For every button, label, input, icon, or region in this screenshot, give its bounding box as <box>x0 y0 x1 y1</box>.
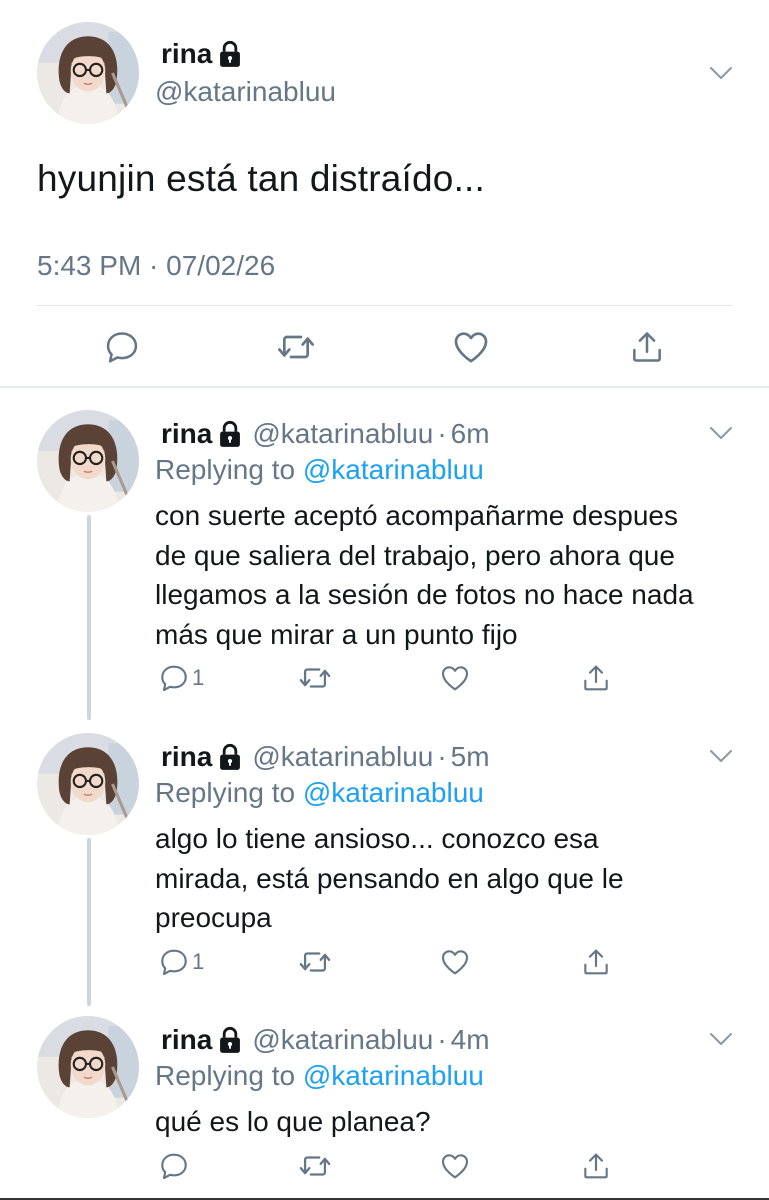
handle[interactable]: @katarinabluu <box>252 418 433 450</box>
reply-actions: 1 <box>0 658 769 698</box>
avatar[interactable] <box>37 1016 139 1118</box>
avatar[interactable] <box>37 733 139 835</box>
like-button[interactable] <box>451 322 491 372</box>
retweet-button[interactable] <box>298 658 332 698</box>
tweet-timestamp[interactable]: 5:43 PM · 07/02/26 <box>37 250 275 282</box>
chevron-down-icon[interactable] <box>709 1032 733 1046</box>
heart-icon <box>439 1150 471 1182</box>
avatar[interactable] <box>37 22 139 124</box>
handle[interactable]: @katarinabluu <box>252 741 433 773</box>
replying-to-link[interactable]: @katarinabluu <box>303 777 484 808</box>
display-name[interactable]: rina <box>161 1024 212 1056</box>
reply-actions: 1 <box>0 942 769 982</box>
separator-dot: · <box>437 418 447 449</box>
reply-header: rina @katarinabluu · 5m <box>161 741 490 773</box>
separator-dot: · <box>437 741 447 772</box>
reply-count: 1 <box>192 665 205 690</box>
retweet-icon <box>298 1149 332 1183</box>
relative-time[interactable]: 4m <box>451 1024 490 1056</box>
heart-icon <box>439 662 471 694</box>
tweet-actions <box>0 322 769 372</box>
lock-icon <box>218 743 242 771</box>
reply-tweet[interactable]: rina @katarinabluu · 4m Replying to @kat… <box>0 1016 769 1196</box>
retweet-button[interactable] <box>298 942 332 982</box>
share-icon <box>580 946 612 978</box>
reply-text-line: mirada, está pensando en algo que le <box>155 862 624 894</box>
handle[interactable]: @katarinabluu <box>155 76 336 108</box>
share-icon <box>580 1150 612 1182</box>
comment-bubble-icon <box>103 328 141 366</box>
reply-header: rina @katarinabluu · 6m <box>161 418 490 450</box>
reply-text-line: más que mirar a un punto fijo <box>155 618 518 650</box>
chevron-down-icon[interactable] <box>709 426 733 440</box>
relative-time[interactable]: 6m <box>451 418 490 450</box>
display-name[interactable]: rina <box>161 741 212 773</box>
lock-icon <box>218 40 242 68</box>
retweet-icon <box>298 945 332 979</box>
share-button[interactable] <box>580 942 612 982</box>
like-button[interactable] <box>439 942 471 982</box>
lock-icon <box>218 420 242 448</box>
reply-text-line: con suerte aceptó acompañarme despues <box>155 500 678 531</box>
reply-text: con suerte aceptó acompañarme despues de… <box>155 496 745 654</box>
replying-to: Replying to @katarinabluu <box>155 777 484 809</box>
divider <box>37 305 732 306</box>
comment-bubble-icon <box>158 662 190 694</box>
like-button[interactable] <box>439 1146 471 1186</box>
reply-text-line: llegamos a la sesión de fotos no hace na… <box>155 579 694 610</box>
reply-text-line: qué es lo que planea? <box>155 1106 431 1137</box>
display-name-text[interactable]: rina <box>161 38 212 70</box>
share-icon <box>580 662 612 694</box>
heart-icon <box>439 946 471 978</box>
share-button[interactable] <box>580 1146 612 1186</box>
separator-dot: · <box>437 1024 447 1055</box>
share-icon <box>628 328 666 366</box>
reply-text-line: de que saliera del trabajo, pero ahora q… <box>155 539 675 571</box>
reply-text-line: preocupa <box>155 902 272 933</box>
reply-header: rina @katarinabluu · 4m <box>161 1024 490 1056</box>
reply-text-line: algo lo tiene ansioso... conozco esa <box>155 823 599 854</box>
main-tweet: rina @katarinabluu hyunjin está tan dist… <box>0 0 769 388</box>
retweet-icon <box>298 661 332 695</box>
display-name[interactable]: rina <box>161 38 242 70</box>
replying-to-prefix: Replying to <box>155 454 296 485</box>
reply-tweet[interactable]: rina @katarinabluu · 6m Replying to @kat… <box>0 410 769 700</box>
replying-to: Replying to @katarinabluu <box>155 1060 484 1092</box>
reply-button[interactable] <box>158 1146 192 1186</box>
replying-to-link[interactable]: @katarinabluu <box>303 454 484 485</box>
reply-button[interactable]: 1 <box>158 942 204 982</box>
share-button[interactable] <box>580 658 612 698</box>
avatar[interactable] <box>37 410 139 512</box>
heart-icon <box>451 327 491 367</box>
like-button[interactable] <box>439 658 471 698</box>
display-name[interactable]: rina <box>161 418 212 450</box>
relative-time[interactable]: 5m <box>451 741 490 773</box>
replying-to: Replying to @katarinabluu <box>155 454 484 486</box>
reply-actions <box>0 1146 769 1186</box>
share-button[interactable] <box>627 322 667 372</box>
lock-icon <box>218 1026 242 1054</box>
replying-to-prefix: Replying to <box>155 777 296 808</box>
tweet-text: hyunjin está tan distraído... <box>37 158 486 199</box>
reply-button[interactable]: 1 <box>158 658 204 698</box>
reply-text: algo lo tiene ansioso... conozco esa mir… <box>155 819 745 938</box>
reply-tweet[interactable]: rina @katarinabluu · 5m Replying to @kat… <box>0 733 769 993</box>
reply-button[interactable] <box>102 322 142 372</box>
section-divider <box>0 386 769 388</box>
replying-to-prefix: Replying to <box>155 1060 296 1091</box>
chevron-down-icon[interactable] <box>709 749 733 763</box>
chevron-down-icon[interactable] <box>709 66 733 80</box>
replying-to-link[interactable]: @katarinabluu <box>303 1060 484 1091</box>
reply-text: qué es lo que planea? <box>155 1102 745 1142</box>
retweet-button[interactable] <box>276 322 316 372</box>
handle[interactable]: @katarinabluu <box>252 1024 433 1056</box>
comment-bubble-icon <box>158 1150 190 1182</box>
comment-bubble-icon <box>158 946 190 978</box>
retweet-icon <box>276 326 316 368</box>
reply-count: 1 <box>192 949 205 974</box>
retweet-button[interactable] <box>298 1146 332 1186</box>
